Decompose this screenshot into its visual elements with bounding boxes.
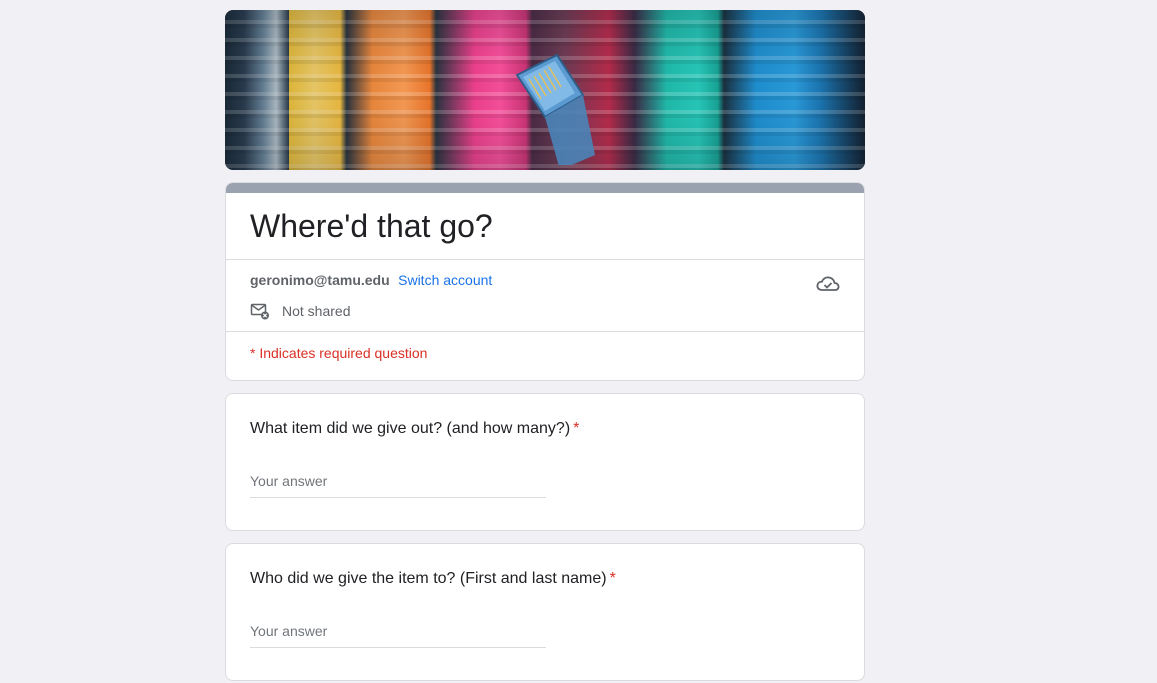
form-title: Where'd that go? xyxy=(250,208,493,244)
answer-field-wrapper xyxy=(250,473,546,498)
share-status-row: Not shared xyxy=(250,301,840,321)
form-page: Where'd that go? geronimo@tamu.edu Switc… xyxy=(0,0,1157,683)
required-note: * Indicates required question xyxy=(250,345,428,361)
question-title: What item did we give out? (and how many… xyxy=(250,419,840,439)
question-text: What item did we give out? (and how many… xyxy=(250,420,571,437)
switch-account-link[interactable]: Switch account xyxy=(398,272,492,288)
account-email: geronimo@tamu.edu xyxy=(250,272,390,288)
question-card: Who did we give the item to? (First and … xyxy=(225,543,865,681)
answer-input[interactable] xyxy=(250,473,546,489)
question-title: Who did we give the item to? (First and … xyxy=(250,569,840,589)
form-title-card: Where'd that go? geronimo@tamu.edu Switc… xyxy=(225,182,865,381)
cloud-check-icon[interactable] xyxy=(816,274,840,294)
header-banner-image xyxy=(225,10,865,170)
accent-bar xyxy=(226,183,864,193)
answer-field-wrapper xyxy=(250,623,546,648)
question-card: What item did we give out? (and how many… xyxy=(225,393,865,531)
required-asterisk: * xyxy=(573,420,580,437)
required-asterisk: * xyxy=(609,570,616,587)
account-section: geronimo@tamu.edu Switch account Not sha… xyxy=(226,260,864,331)
mail-not-shared-icon xyxy=(250,303,269,320)
form-column: Where'd that go? geronimo@tamu.edu Switc… xyxy=(225,10,865,681)
share-status-text: Not shared xyxy=(282,303,351,319)
answer-input[interactable] xyxy=(250,623,546,639)
ethernet-connector-illustration xyxy=(515,53,595,165)
question-text: Who did we give the item to? (First and … xyxy=(250,570,607,587)
